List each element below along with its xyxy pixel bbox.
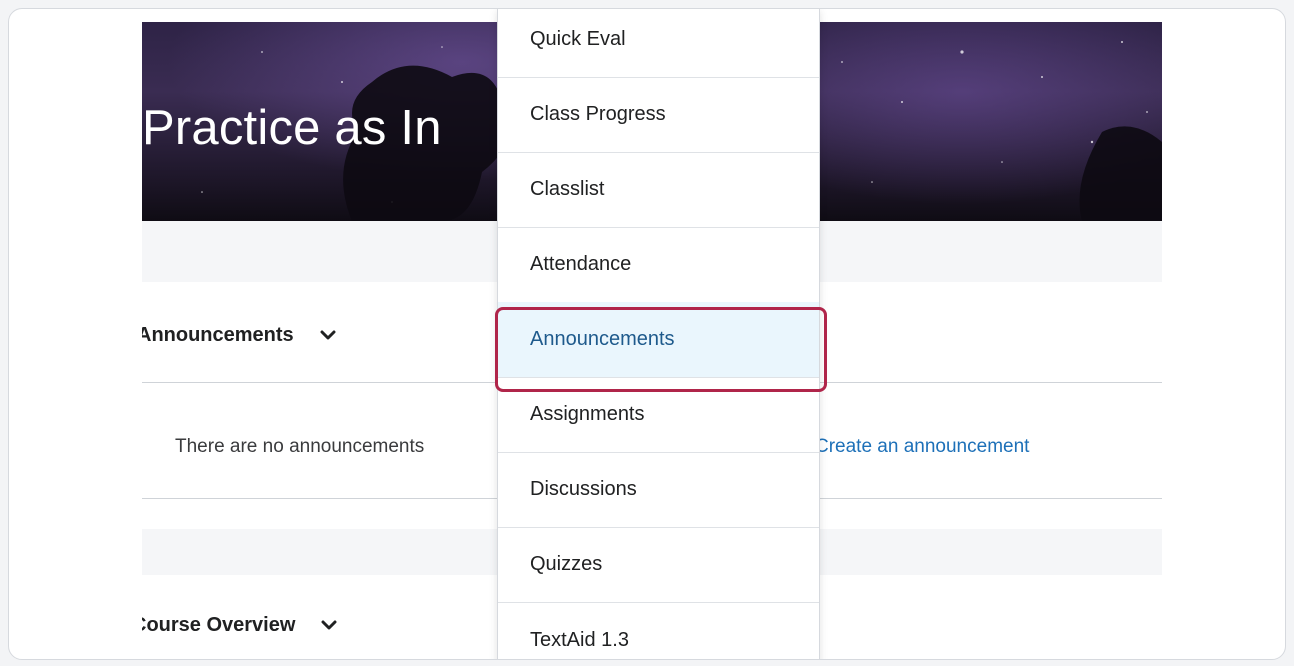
course-title: Practice as In — [142, 101, 442, 155]
menu-item-announcements[interactable]: Announcements — [498, 302, 819, 378]
menu-item-classlist[interactable]: Classlist — [498, 152, 819, 228]
course-overview-widget-title: Course Overview — [142, 614, 296, 636]
course-overview-widget-header[interactable]: Course Overview — [142, 614, 337, 637]
no-announcements-text: There are no announcements — [175, 436, 425, 457]
create-announcement-link[interactable]: Create an announcement — [815, 436, 1029, 458]
menu-item-quizzes[interactable]: Quizzes — [498, 527, 819, 603]
chevron-down-icon[interactable] — [320, 330, 336, 342]
menu-item-textaid[interactable]: TextAid 1.3 — [498, 602, 819, 659]
browser-frame: Practice as In Announcements There are n… — [8, 8, 1286, 660]
navbar-dropdown-menu: Quick Eval Class Progress Classlist Atte… — [497, 9, 820, 659]
menu-item-quick-eval[interactable]: Quick Eval — [498, 9, 819, 78]
menu-item-attendance[interactable]: Attendance — [498, 227, 819, 303]
menu-item-discussions[interactable]: Discussions — [498, 452, 819, 528]
menu-item-assignments[interactable]: Assignments — [498, 377, 819, 453]
announcements-widget-title: Announcements — [142, 324, 294, 346]
chevron-down-icon[interactable] — [321, 620, 337, 632]
menu-item-class-progress[interactable]: Class Progress — [498, 77, 819, 153]
announcements-widget-header[interactable]: Announcements — [142, 324, 336, 347]
